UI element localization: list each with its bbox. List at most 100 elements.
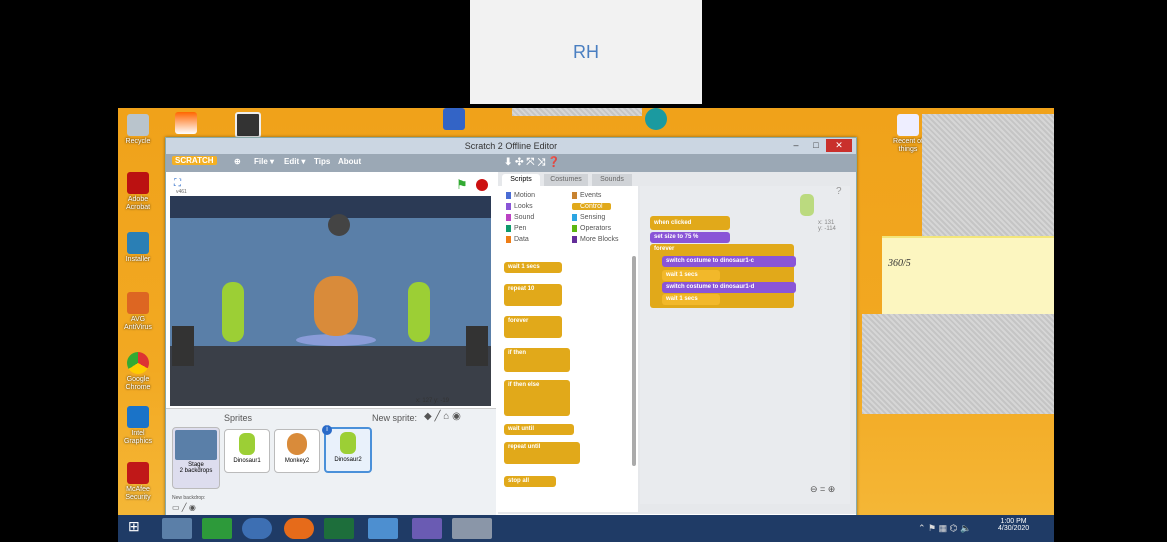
photos-icon[interactable]: [368, 518, 398, 539]
paint-icon[interactable]: [412, 518, 442, 539]
menu-about[interactable]: About: [338, 157, 361, 166]
new-backdrop-label: New backdrop:: [172, 495, 206, 501]
monkey-sprite[interactable]: [314, 276, 358, 336]
sprite-coords: x: 131 y: -114: [818, 220, 836, 232]
block-forever[interactable]: forever: [504, 316, 562, 338]
zoom-controls[interactable]: ⊖ = ⊕: [810, 484, 835, 495]
block-if-then-else[interactable]: if then else: [504, 380, 570, 416]
stage-floor: [170, 346, 491, 406]
disco-ball: [328, 214, 350, 236]
intel-graphics-icon[interactable]: Intel Graphics: [118, 406, 158, 446]
monitor-icon[interactable]: [228, 112, 268, 140]
dinosaur1-sprite[interactable]: [222, 282, 244, 342]
palette-scrollbar[interactable]: [632, 256, 636, 466]
script-hat-block[interactable]: when clicked: [650, 216, 730, 230]
note-text: 360/5: [888, 258, 911, 269]
installer-icon[interactable]: Installer: [118, 232, 158, 264]
title-bar: Scratch 2 Offline Editor – □ ✕: [166, 138, 856, 154]
category-sensing[interactable]: Sensing: [572, 214, 605, 221]
tab-sounds[interactable]: Sounds: [592, 174, 632, 186]
start-button[interactable]: ⊞: [122, 518, 148, 539]
category-more-blocks[interactable]: More Blocks: [572, 236, 619, 243]
script-canvas[interactable]: x: 131 y: -114 ? when clicked set size t…: [640, 186, 850, 504]
sprite-tile-dinosaur1[interactable]: Dinosaur1: [224, 429, 270, 473]
recycle-bin-icon[interactable]: Recycle: [118, 114, 158, 146]
close-button[interactable]: ✕: [826, 139, 852, 152]
participant-initials: RH: [573, 41, 599, 62]
scratch-window: Scratch 2 Offline Editor – □ ✕ SCRATCH ⊕…: [165, 137, 857, 517]
block-stop-all[interactable]: stop all: [504, 476, 556, 487]
sticky-note[interactable]: 360/5: [882, 236, 1054, 316]
dvs-icon[interactable]: [434, 108, 474, 132]
acrobat-icon[interactable]: Adobe Acrobat: [118, 172, 158, 212]
menu-tips[interactable]: Tips: [314, 157, 330, 166]
excel-icon[interactable]: [324, 518, 354, 539]
stage-backdrops: 2 backdrops: [179, 468, 213, 474]
clock-date: 4/30/2020: [998, 525, 1030, 532]
fullscreen-icon[interactable]: ⛶: [174, 178, 181, 189]
browser-taskbar-icon[interactable]: [284, 518, 314, 539]
category-pen[interactable]: Pen: [506, 225, 526, 232]
chrome-taskbar-icon[interactable]: [242, 518, 272, 539]
info-icon[interactable]: i: [322, 425, 332, 435]
menu-file[interactable]: File ▾: [254, 157, 274, 166]
dinosaur2-sprite[interactable]: [408, 282, 430, 342]
block-wait-until[interactable]: wait until: [504, 424, 574, 435]
globe-icon[interactable]: ⊕: [234, 157, 241, 166]
category-looks[interactable]: Looks: [506, 203, 533, 210]
clock-time: 1:00 PM: [1000, 518, 1027, 525]
avg-icon[interactable]: AVG AntiVirus: [118, 292, 158, 332]
stamp-tools-icon[interactable]: ⬇ ✣ ⤧ ⤨ ❓: [504, 157, 560, 168]
script-wait-2[interactable]: wait 1 secs: [662, 294, 720, 305]
chrome-icon[interactable]: Google Chrome: [118, 352, 158, 392]
category-motion[interactable]: Motion: [506, 192, 535, 199]
speaker: [466, 326, 488, 366]
minimize-button[interactable]: –: [786, 139, 806, 152]
stop-icon[interactable]: [476, 179, 488, 191]
category-events[interactable]: Events: [572, 192, 601, 199]
script-switch-costume-2[interactable]: switch costume to dinosaur1-d: [662, 282, 796, 293]
script-wait-1[interactable]: wait 1 secs: [662, 270, 720, 281]
stage-thumbnail[interactable]: Stage 2 backdrops: [172, 427, 220, 489]
taskbar: ⊞ ⌃ ⚑ ▦ ⌬ 🔈 1:00 PM 4/30/2020: [118, 515, 1054, 542]
block-palette: Motion Looks Sound Pen Data Events Contr…: [498, 186, 638, 512]
menu-edit[interactable]: Edit ▾: [284, 157, 305, 166]
sprite-tile-dinosaur2[interactable]: i Dinosaur2: [322, 425, 372, 473]
category-data[interactable]: Data: [506, 236, 529, 243]
gray-panel: [862, 314, 1054, 414]
category-operators[interactable]: Operators: [572, 225, 611, 232]
script-switch-costume-1[interactable]: switch costume to dinosaur1-c: [662, 256, 796, 267]
vlc-icon[interactable]: [166, 112, 206, 136]
tab-costumes[interactable]: Costumes: [544, 174, 588, 186]
system-tray-icon[interactable]: ⌃ ⚑ ▦ ⌬ 🔈: [918, 523, 971, 534]
block-repeat[interactable]: repeat 10: [504, 284, 562, 306]
block-wait[interactable]: wait 1 secs: [504, 262, 562, 273]
sprite-tile-monkey2[interactable]: Monkey2: [274, 429, 320, 473]
participant-tile: RH: [470, 0, 702, 104]
window-title: Scratch 2 Offline Editor: [464, 141, 558, 151]
store-icon[interactable]: [202, 518, 232, 539]
block-if-then[interactable]: if then: [504, 348, 570, 372]
file-explorer-icon[interactable]: [162, 518, 192, 539]
scratch-taskbar-icon[interactable]: [452, 518, 492, 539]
category-control[interactable]: Control: [572, 203, 611, 210]
clock[interactable]: 1:00 PM 4/30/2020: [998, 518, 1029, 532]
mcafee-icon[interactable]: McAfee Security: [118, 462, 158, 502]
category-sound[interactable]: Sound: [506, 214, 534, 221]
stage[interactable]: [170, 196, 491, 406]
stage-lights-bar: [170, 196, 491, 218]
maximize-button[interactable]: □: [806, 139, 826, 152]
sprite-name: Dinosaur2: [334, 457, 362, 463]
scripts-area: Scripts Costumes Sounds Motion Looks Sou…: [498, 172, 856, 514]
gray-panel: [512, 108, 642, 116]
script-set-size[interactable]: set size to 75 %: [650, 232, 730, 243]
new-sprite-tools-icon[interactable]: ◆ ╱ ⌂ ◉: [424, 411, 461, 422]
block-repeat-until[interactable]: repeat until: [504, 442, 580, 464]
tab-scripts[interactable]: Scripts: [502, 174, 540, 186]
help-icon[interactable]: ?: [836, 186, 842, 197]
green-flag-icon[interactable]: ⚑: [456, 177, 468, 193]
arduino-icon[interactable]: [636, 108, 676, 132]
new-backdrop-tools-icon[interactable]: ▭ ╱ ◉: [172, 503, 196, 512]
menu-bar: SCRATCH ⊕ File ▾ Edit ▾ Tips About ⬇ ✣ ⤧…: [166, 154, 856, 172]
new-sprite-label: New sprite:: [372, 413, 418, 423]
